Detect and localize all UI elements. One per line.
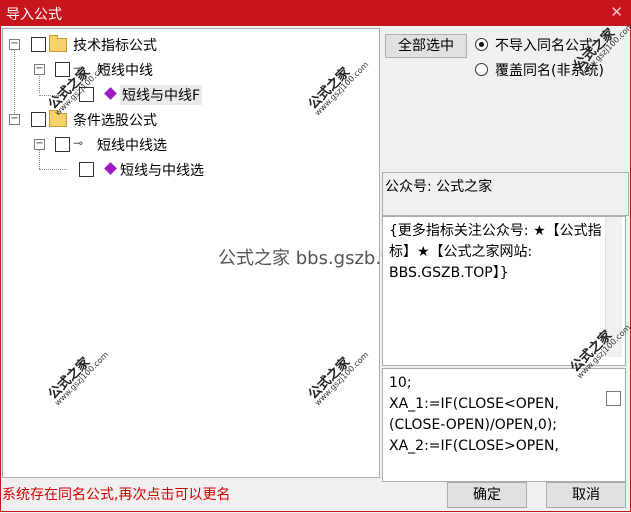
tree-node-short-mid-f[interactable]: 短线与中线F: [3, 85, 223, 105]
account-label: 公众号: 公式之家: [385, 179, 493, 195]
collapse-icon[interactable]: −: [9, 114, 20, 125]
tree-connector: [14, 47, 15, 119]
title-bar: 导入公式 ✕: [0, 0, 631, 26]
tree-checkbox[interactable]: [31, 112, 46, 127]
tree-node-tech-formulas[interactable]: − 技术指标公式: [3, 35, 223, 54]
close-icon[interactable]: ✕: [610, 3, 623, 21]
select-all-button[interactable]: 全部选中: [385, 34, 467, 58]
ok-button[interactable]: 确定: [447, 482, 527, 508]
tree-checkbox[interactable]: [55, 137, 70, 152]
tree-checkbox[interactable]: [31, 37, 46, 52]
tree-node-label: 技术指标公式: [73, 38, 157, 54]
code-line: (CLOSE-OPEN)/OPEN,0);: [389, 417, 558, 433]
tree-node-selection-formulas[interactable]: − 条件选股公式: [3, 110, 223, 129]
radio-skip-duplicates[interactable]: [475, 38, 488, 51]
tree-node-label: 短线中线选: [97, 138, 167, 154]
code-line: XA_1:=IF(CLOSE<OPEN,: [389, 396, 559, 412]
collapse-icon[interactable]: −: [34, 139, 45, 150]
tree-checkbox[interactable]: [79, 162, 94, 177]
code-line: XA_2:=IF(CLOSE>OPEN,: [389, 438, 559, 454]
tree-node-short-mid-select[interactable]: − ⊸ 短线中线选: [3, 135, 223, 154]
window-title: 导入公式: [6, 7, 62, 23]
folder-icon: [49, 35, 67, 52]
gem-icon: [104, 87, 117, 100]
cancel-button[interactable]: 取消: [546, 482, 626, 508]
code-panel: 10; XA_1:=IF(CLOSE<OPEN, (CLOSE-OPEN)/OP…: [382, 368, 626, 482]
code-panel-checkbox[interactable]: [606, 391, 621, 406]
status-message: 系统存在同名公式,再次点击可以更名: [2, 487, 231, 503]
tree-node-label: 短线与中线选: [120, 163, 204, 179]
tree-node-label: 条件选股公式: [73, 113, 157, 129]
collapse-icon[interactable]: −: [9, 39, 20, 50]
tree-node-label: 短线与中线F: [120, 85, 203, 105]
radio-overwrite-duplicates[interactable]: [475, 63, 488, 76]
tree-node-short-mid-select-item[interactable]: 短线与中线选: [3, 160, 223, 179]
account-panel: 公众号: 公式之家: [382, 172, 629, 216]
tree-node-short-mid[interactable]: − ⊸ 短线中线: [3, 60, 223, 79]
key-icon: ⊸: [73, 136, 84, 150]
collapse-icon[interactable]: −: [34, 64, 45, 75]
gem-icon: [104, 162, 117, 175]
formula-description: {更多指标关注公众号: ★【公式指标】★【公式之家网站: BBS.GSZB.TO…: [389, 223, 602, 281]
